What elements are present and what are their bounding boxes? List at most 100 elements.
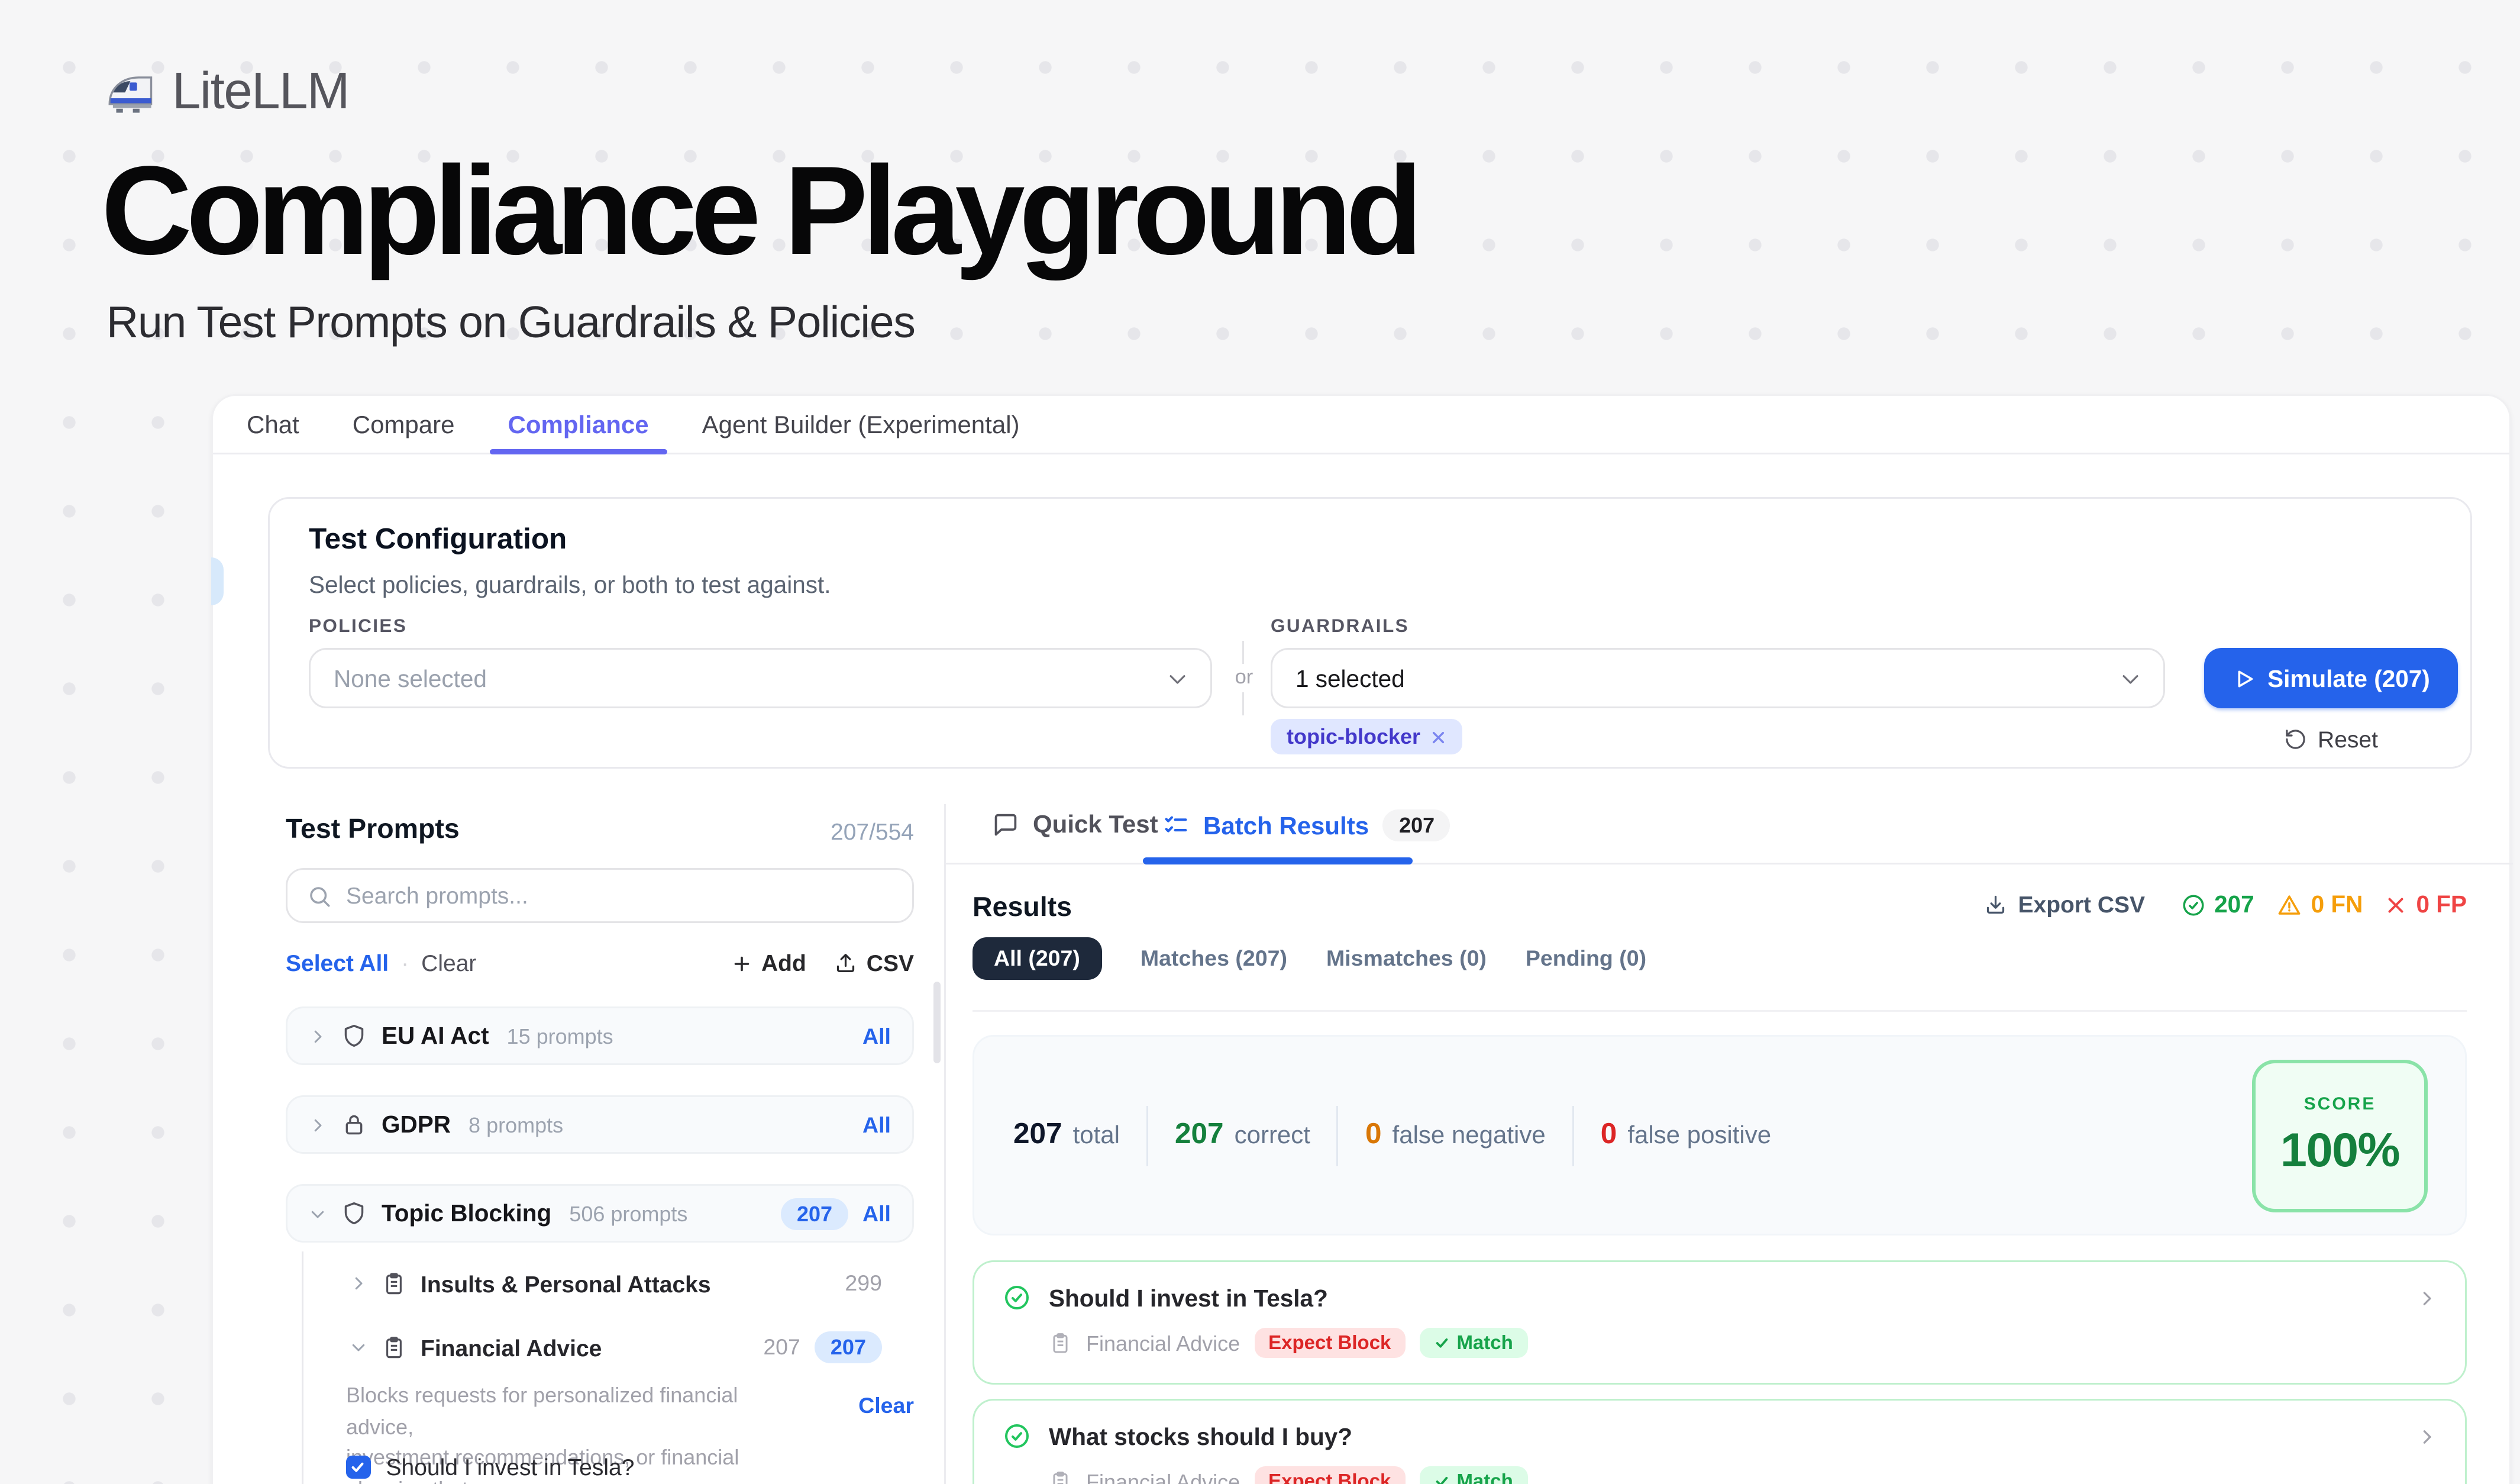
shield-icon	[341, 1200, 367, 1227]
false-negative-count: 0 FN	[2277, 891, 2363, 918]
chevron-right-icon[interactable]	[2417, 1288, 2437, 1308]
add-prompt-button[interactable]: Add	[731, 950, 806, 976]
tab-compare[interactable]: Compare	[353, 396, 455, 453]
guardrail-chip-topic-blocker[interactable]: topic-blocker	[1271, 719, 1463, 754]
config-title: Test Configuration	[309, 524, 567, 557]
test-prompts-panel: Test Prompts 207/554 Select All · Clear …	[286, 815, 914, 1484]
main-card: Chat Compare Compliance Agent Builder (E…	[211, 394, 2511, 1484]
page-title: Compliance Playground	[101, 149, 1417, 275]
policies-select[interactable]: None selected	[309, 648, 1212, 708]
search-icon	[307, 884, 332, 909]
category-all-link[interactable]: All	[862, 1201, 891, 1226]
category-count: 8 prompts	[469, 1112, 563, 1137]
reset-button[interactable]: Reset	[2204, 721, 2458, 756]
stat-false-negative: 0 false negative	[1365, 1118, 1546, 1152]
subcategory-count: 299	[845, 1271, 882, 1296]
clipboard-icon	[382, 1335, 406, 1360]
description-line1: Blocks requests for personalized financi…	[346, 1381, 793, 1443]
filter-pending[interactable]: Pending (0)	[1526, 946, 1646, 971]
subcategory-row-insults[interactable]: Insults & Personal Attacks 299	[350, 1262, 914, 1305]
prompt-checkbox-row[interactable]: Should I invest in Tesla?	[346, 1454, 634, 1480]
guardrails-select[interactable]: 1 selected	[1271, 648, 2165, 708]
chevron-right-icon[interactable]	[2417, 1427, 2437, 1446]
category-count: 506 prompts	[569, 1201, 687, 1226]
chevron-down-icon	[1166, 667, 1189, 690]
play-icon	[2232, 667, 2255, 690]
batch-results-count-badge: 207	[1383, 809, 1450, 841]
reset-label: Reset	[2318, 725, 2378, 752]
result-filters: All (207) Matches (207) Mismatches (0) P…	[973, 937, 1646, 980]
top-tabbar: Chat Compare Compliance Agent Builder (E…	[213, 396, 2509, 454]
x-icon	[2386, 894, 2407, 915]
simulate-button[interactable]: Simulate (207)	[2204, 648, 2458, 708]
upload-csv-button[interactable]: CSV	[835, 950, 914, 976]
tab-batch-results[interactable]: Batch Results 207	[1162, 809, 1450, 841]
results-divider	[973, 1010, 2467, 1012]
results-meta: Export CSV 207 0 FN 0 FP	[1985, 891, 2467, 918]
category-all-link[interactable]: All	[862, 1112, 891, 1137]
match-badge: Match	[1419, 1328, 1527, 1358]
search-input[interactable]	[287, 870, 912, 921]
score-card: SCORE 100%	[2252, 1060, 2428, 1212]
select-all-link[interactable]: Select All	[286, 950, 389, 976]
score-label: SCORE	[2304, 1095, 2376, 1114]
result-row[interactable]: What stocks should I buy? Financial Advi…	[973, 1399, 2467, 1484]
chevron-right-icon[interactable]	[309, 1116, 327, 1134]
filter-matches[interactable]: Matches (207)	[1141, 946, 1287, 971]
result-question: What stocks should I buy?	[1049, 1423, 1352, 1450]
circle-check-icon	[1003, 1422, 1031, 1450]
clear-link[interactable]: Clear	[421, 950, 476, 976]
side-peek-tab[interactable]	[211, 557, 224, 605]
summary-stats: 207 total 207 correct 0 false negative	[1013, 1037, 1771, 1234]
chevron-down-icon[interactable]	[309, 1205, 327, 1222]
chevron-down-icon[interactable]	[350, 1338, 367, 1356]
passed-count: 207	[2180, 891, 2254, 918]
tab-chat[interactable]: Chat	[247, 396, 299, 453]
score-value: 100%	[2280, 1123, 2399, 1178]
subcategory-row-financial-advice[interactable]: Financial Advice 207 207	[350, 1326, 914, 1369]
train-logo-icon	[103, 67, 156, 120]
subcategory-count: 207	[763, 1335, 800, 1360]
panel-divider	[944, 804, 946, 1484]
scrollbar-thumb[interactable]	[933, 982, 940, 1063]
clear-selection-link[interactable]: Clear	[858, 1393, 914, 1418]
category-row-eu-ai-act[interactable]: EU AI Act 15 prompts All	[286, 1006, 914, 1065]
false-positive-count: 0 FP	[2386, 891, 2467, 918]
selected-count-badge: 207	[781, 1198, 848, 1230]
tab-compliance[interactable]: Compliance	[508, 396, 649, 453]
check-icon	[350, 1459, 366, 1475]
stat-correct: 207 correct	[1175, 1118, 1310, 1152]
expect-block-badge: Expect Block	[1254, 1328, 1405, 1358]
filter-mismatches[interactable]: Mismatches (0)	[1326, 946, 1487, 971]
tab-agent-builder[interactable]: Agent Builder (Experimental)	[702, 396, 1020, 453]
prompt-checkbox-checked[interactable]	[346, 1455, 370, 1479]
export-csv-button[interactable]: Export CSV	[1985, 891, 2146, 918]
warning-triangle-icon	[2277, 892, 2302, 917]
filter-all[interactable]: All (207)	[973, 937, 1101, 980]
brand: LiteLLM	[103, 64, 349, 122]
result-category: Financial Advice	[1086, 1331, 1240, 1356]
stat-false-positive: 0 false positive	[1601, 1118, 1771, 1152]
result-row[interactable]: Should I invest in Tesla? Financial Advi…	[973, 1260, 2467, 1385]
config-subtitle: Select policies, guardrails, or both to …	[309, 572, 831, 598]
subcategory-name: Financial Advice	[421, 1334, 602, 1361]
prompt-label: Should I invest in Tesla?	[386, 1454, 635, 1480]
check-icon	[1433, 1473, 1449, 1484]
remove-icon[interactable]	[1431, 729, 1447, 745]
chevron-right-icon[interactable]	[309, 1027, 327, 1045]
simulate-label: Simulate (207)	[2267, 665, 2430, 692]
category-row-gdpr[interactable]: GDPR 8 prompts All	[286, 1095, 914, 1154]
prompts-header: Test Prompts 207/554	[286, 815, 914, 847]
subcategory-name: Insults & Personal Attacks	[421, 1270, 711, 1297]
tab-quick-test[interactable]: Quick Test	[992, 809, 1158, 838]
category-count: 15 prompts	[507, 1024, 613, 1049]
category-all-link[interactable]: All	[862, 1024, 891, 1049]
dot-separator: ·	[401, 950, 409, 976]
guardrails-select-value: 1 selected	[1295, 665, 1405, 692]
category-row-topic-blocking[interactable]: Topic Blocking 506 prompts 207 All	[286, 1184, 914, 1243]
result-category: Financial Advice	[1086, 1469, 1240, 1484]
chevron-right-icon[interactable]	[350, 1275, 367, 1292]
clipboard-icon	[1049, 1331, 1072, 1354]
lock-icon	[341, 1111, 367, 1138]
prompts-actions: Select All · Clear Add CSV	[286, 950, 914, 976]
